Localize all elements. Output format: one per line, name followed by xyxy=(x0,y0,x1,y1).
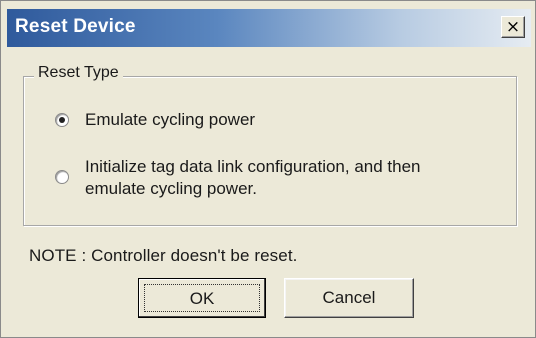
radio-button-unchecked[interactable] xyxy=(55,170,69,184)
radio-emulate-cycling-power[interactable]: Emulate cycling power xyxy=(55,109,255,131)
cancel-button-label: Cancel xyxy=(322,288,376,307)
radio-label-initialize-line2: emulate cycling power. xyxy=(85,179,257,198)
radio-button-checked[interactable] xyxy=(55,113,69,127)
title-bar[interactable]: Reset Device × xyxy=(7,9,531,47)
close-icon: × xyxy=(505,17,521,37)
radio-label-initialize-line1: Initialize tag data link configuration, … xyxy=(85,157,421,176)
reset-type-groupbox xyxy=(23,76,517,226)
cancel-button[interactable]: Cancel xyxy=(284,278,414,318)
ok-button-label: OK xyxy=(144,284,260,312)
ok-button[interactable]: OK xyxy=(138,278,266,318)
radio-initialize-tag-data-link[interactable]: Initialize tag data link configuration, … xyxy=(55,156,421,200)
close-button[interactable]: × xyxy=(501,16,525,38)
reset-type-label: Reset Type xyxy=(34,64,123,82)
reset-device-dialog: Reset Device × Reset Type Emulate cyclin… xyxy=(0,0,536,338)
dialog-title: Reset Device xyxy=(15,16,136,37)
radio-label-initialize: Initialize tag data link configuration, … xyxy=(85,156,421,200)
radio-label-emulate: Emulate cycling power xyxy=(85,110,256,129)
note-text: NOTE : Controller doesn't be reset. xyxy=(29,246,298,265)
